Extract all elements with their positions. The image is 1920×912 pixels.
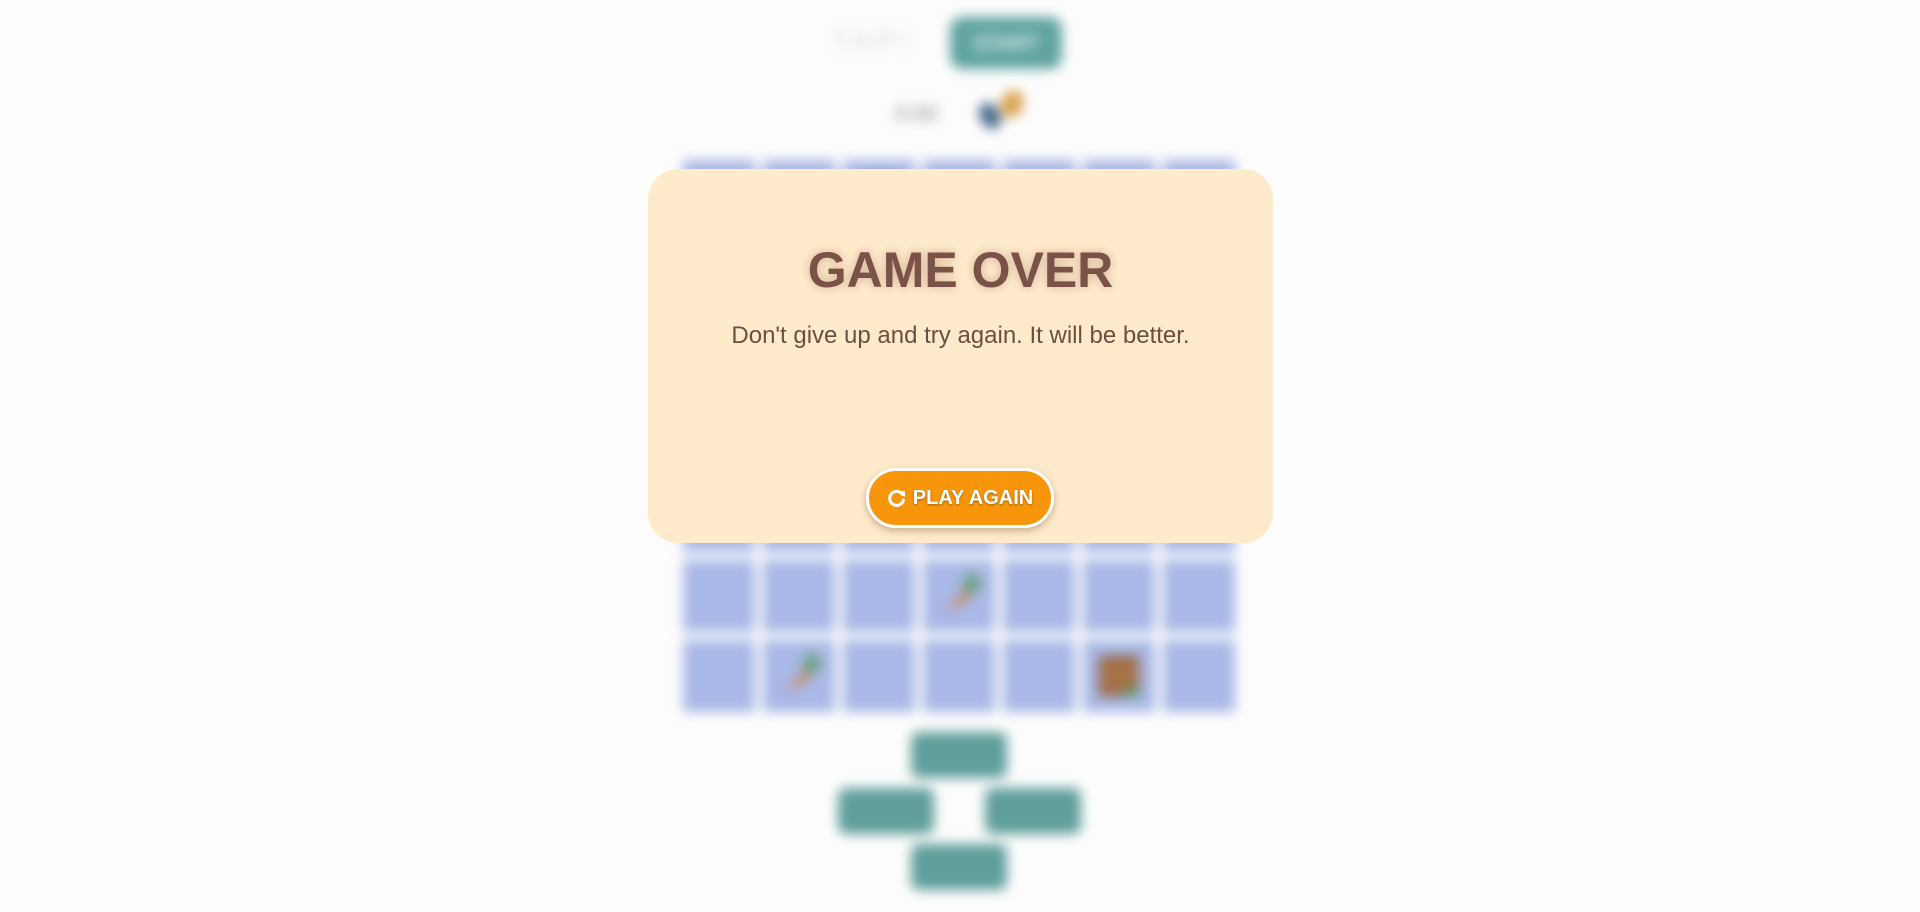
board-cell [1003, 640, 1075, 712]
board-cell [683, 640, 755, 712]
board-cell [843, 640, 915, 712]
game-over-modal: GAME OVER Don't give up and try again. I… [648, 169, 1273, 543]
carrot-icon [775, 652, 823, 700]
board-cell [1163, 640, 1235, 712]
board-cell [923, 560, 995, 632]
board-cell [923, 640, 995, 712]
down-button[interactable] [911, 844, 1007, 890]
crate-icon [1095, 652, 1143, 700]
up-button[interactable] [911, 732, 1007, 778]
board-cell [1083, 560, 1155, 632]
game-screen: TAP! START 0:00 GAME OVER Don't give up … [0, 0, 1920, 912]
modal-title: GAME OVER [807, 242, 1114, 298]
refresh-icon [887, 488, 907, 508]
game-title: TAP! [832, 25, 913, 58]
board-cell [1003, 560, 1075, 632]
board-cell [763, 640, 835, 712]
play-again-label: PLAY AGAIN [912, 486, 1034, 509]
board-cell [683, 560, 755, 632]
board-cell [1083, 640, 1155, 712]
play-again-button[interactable]: PLAY AGAIN [866, 468, 1054, 528]
board-cell [1163, 560, 1235, 632]
right-button[interactable] [985, 788, 1081, 834]
modal-message: Don't give up and try again. It will be … [731, 322, 1190, 349]
bird-icon [968, 84, 1038, 134]
left-button[interactable] [838, 788, 934, 834]
carrot-icon [935, 572, 983, 620]
timer: 0:00 [895, 101, 938, 126]
board-cell [763, 560, 835, 632]
board-cell [843, 560, 915, 632]
start-button[interactable]: START [950, 17, 1062, 69]
